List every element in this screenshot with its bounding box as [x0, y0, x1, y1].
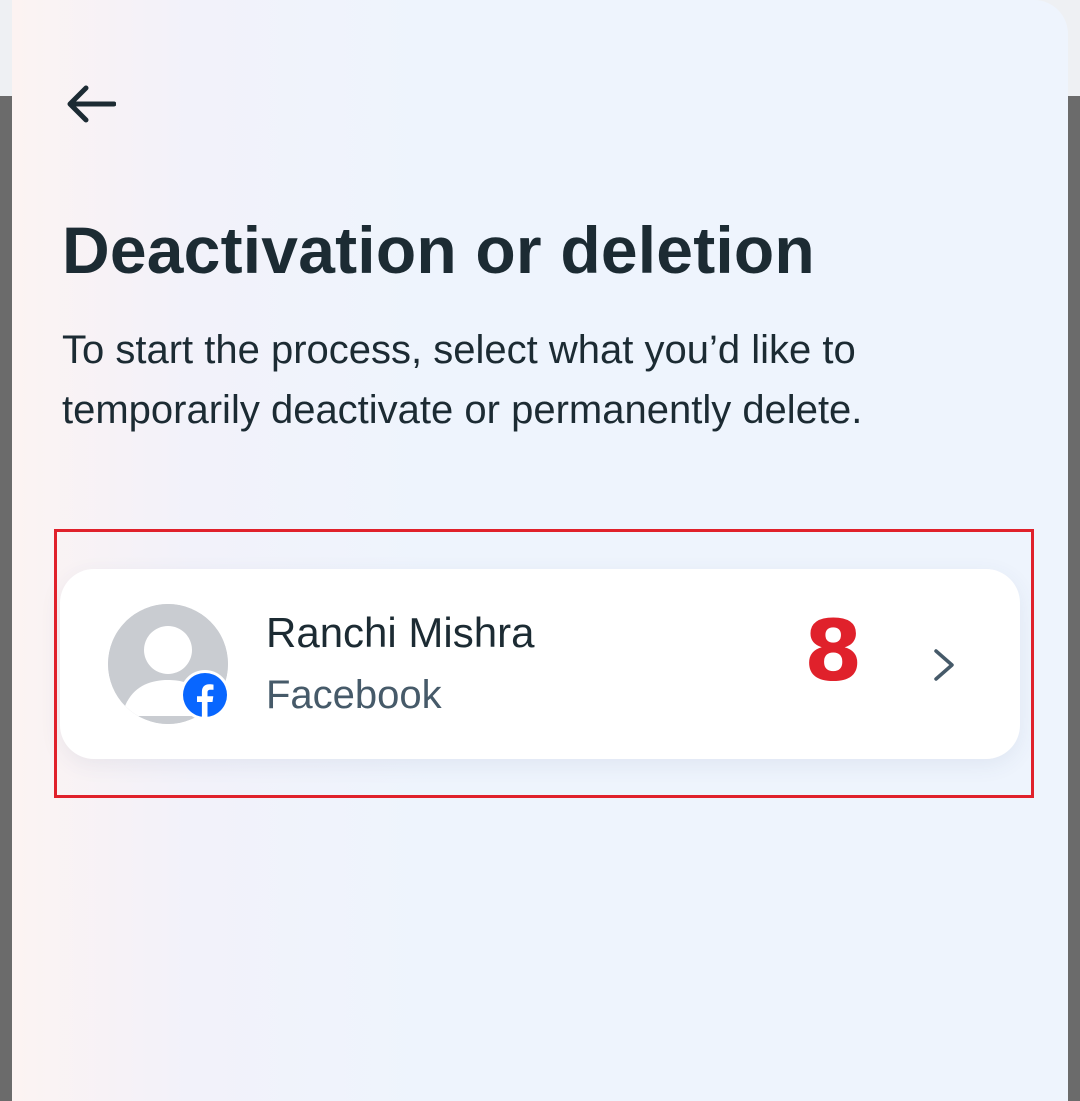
- deactivation-sheet: Deactivation or deletion To start the pr…: [12, 0, 1068, 1101]
- back-button[interactable]: [62, 78, 118, 130]
- page-description: To start the process, select what you’d …: [62, 328, 863, 432]
- annotation-highlight-box: [54, 529, 1034, 798]
- page-title: Deactivation or deletion: [62, 213, 815, 287]
- arrow-left-icon: [67, 85, 116, 123]
